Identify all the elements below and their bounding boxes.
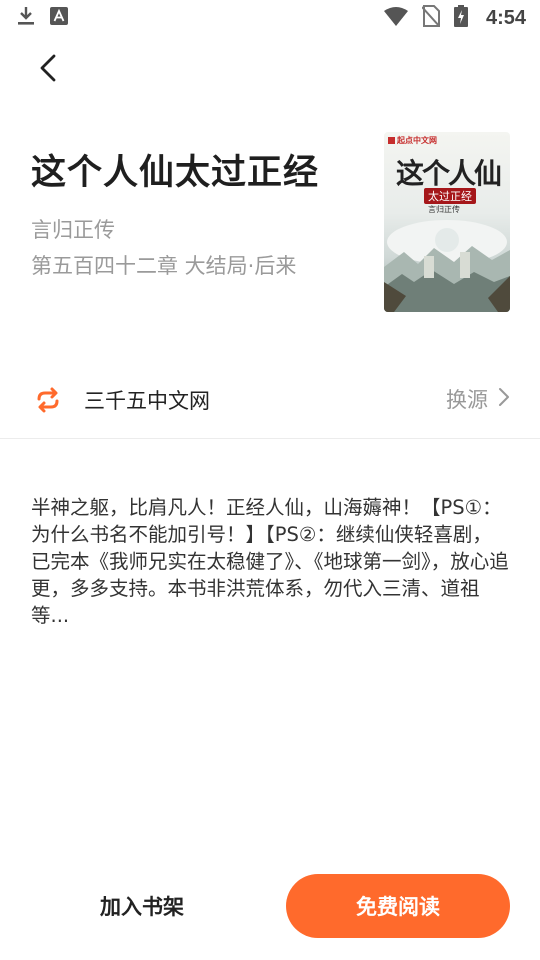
chevron-left-icon bbox=[38, 54, 58, 86]
cover-subtitle: 太过正经 bbox=[424, 188, 476, 204]
free-read-button[interactable]: 免费阅读 bbox=[286, 874, 510, 938]
book-description: 半神之躯，比肩凡人！正经人仙，山海薅神！【PS①：为什么书名不能加引号！】【PS… bbox=[31, 496, 509, 627]
chevron-right-icon bbox=[498, 387, 510, 412]
cover-title: 这个人仙 bbox=[396, 157, 502, 190]
status-bar-right: 4:54 bbox=[383, 5, 526, 31]
battery-charging-icon bbox=[453, 5, 468, 31]
status-bar-left bbox=[16, 5, 68, 31]
change-source-label: 换源 bbox=[446, 388, 488, 412]
no-sim-icon bbox=[421, 5, 441, 31]
refresh-icon bbox=[34, 386, 62, 414]
back-button[interactable] bbox=[28, 50, 68, 90]
status-time: 4:54 bbox=[485, 6, 526, 29]
book-cover[interactable]: 起点中文网 这个人仙 太过正经 言归正传 bbox=[384, 132, 510, 312]
status-bar: 4:54 bbox=[0, 0, 540, 36]
cover-illustration bbox=[384, 220, 510, 312]
change-source-button[interactable]: 换源 bbox=[446, 384, 510, 414]
divider bbox=[0, 438, 540, 439]
add-to-shelf-button[interactable]: 加入书架 bbox=[58, 874, 226, 938]
book-author[interactable]: 言归正传 bbox=[31, 214, 115, 244]
cover-publisher-label: 起点中文网 bbox=[397, 136, 437, 145]
latest-chapter[interactable]: 第五百四十二章 大结局·后来 bbox=[31, 250, 296, 280]
source-row[interactable]: 三千五中文网 换源 bbox=[0, 372, 540, 428]
source-name: 三千五中文网 bbox=[84, 389, 210, 413]
publisher-logo-icon bbox=[388, 137, 395, 144]
download-icon bbox=[16, 5, 36, 31]
cover-publisher: 起点中文网 bbox=[388, 135, 437, 146]
book-title: 这个人仙太过正经 bbox=[31, 153, 320, 193]
wifi-icon bbox=[383, 6, 408, 30]
cover-author: 言归正传 bbox=[428, 205, 460, 214]
a-badge-icon bbox=[50, 7, 68, 29]
